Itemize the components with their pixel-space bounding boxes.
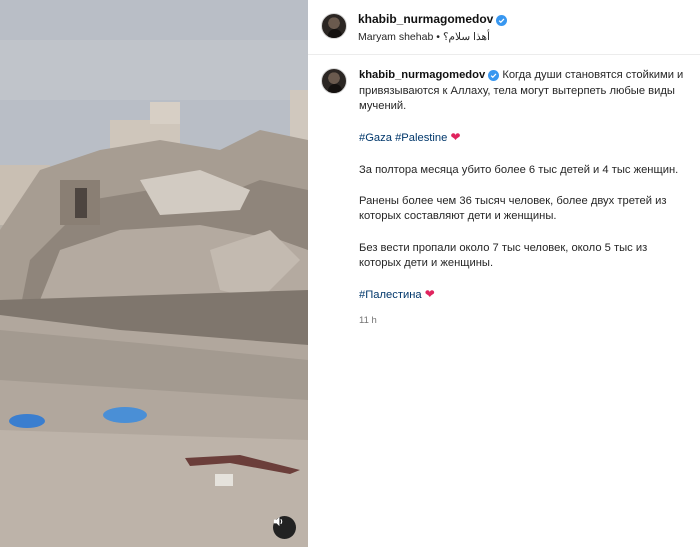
caption-username-link[interactable]: khabib_nurmagomedov — [359, 69, 485, 81]
hashtag-palestina-ru[interactable]: #Палестина — [359, 289, 422, 301]
separator-dot: • — [436, 31, 440, 43]
red-heart-icon: ❤ — [450, 130, 461, 145]
audio-attribution[interactable]: Maryam shehab • أهذا سلام؟ — [358, 31, 490, 43]
caption-avatar[interactable] — [321, 68, 347, 94]
caption-text: khabib_nurmagomedov Когда души становятс… — [359, 68, 689, 328]
rubble-scene-image — [0, 0, 308, 547]
post-details-panel: khabib_nurmagomedov Maryam shehab • أهذا س… — [308, 0, 700, 547]
caption-paragraph-2: За полтора месяца убито более 6 тыс дете… — [359, 163, 679, 176]
post-video[interactable] — [0, 0, 308, 547]
verified-badge-icon — [496, 15, 508, 26]
verified-badge-icon — [488, 70, 500, 81]
caption-paragraph-3: Ранены более чем 36 тысяч человек, более… — [359, 194, 667, 223]
red-heart-icon: ❤ — [424, 287, 435, 302]
hashtag-palestine[interactable]: #Palestine — [395, 132, 447, 144]
hashtag-gaza[interactable]: #Gaza — [359, 132, 392, 144]
audio-title[interactable]: أهذا سلام؟ — [443, 31, 490, 43]
mute-toggle-button[interactable] — [273, 516, 296, 539]
speaker-icon — [273, 516, 283, 527]
caption-paragraph-4: Без вести пропали около 7 тыс человек, о… — [359, 241, 648, 270]
audio-artist[interactable]: Maryam shehab — [358, 31, 433, 43]
post-timestamp[interactable]: 11 h — [359, 313, 689, 329]
author-username-link[interactable]: khabib_nurmagomedov — [358, 12, 508, 26]
avatar[interactable] — [321, 13, 347, 39]
post-header: khabib_nurmagomedov Maryam shehab • أهذا س… — [308, 0, 700, 55]
